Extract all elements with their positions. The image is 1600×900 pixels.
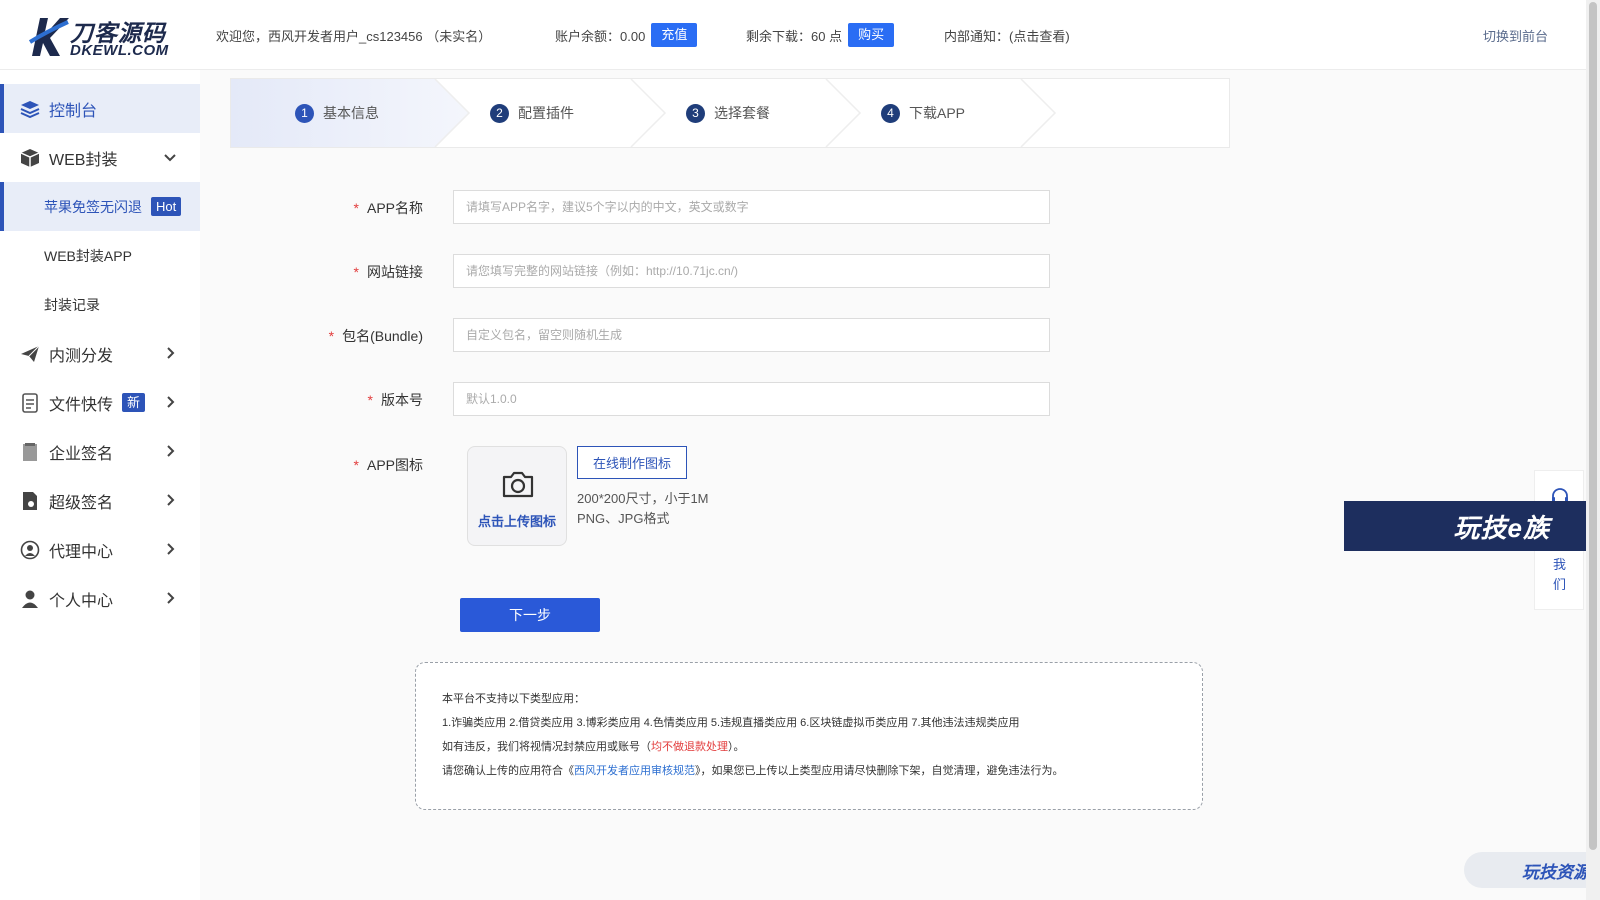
scrollbar-thumb[interactable] bbox=[1589, 2, 1597, 850]
switch-frontend-link[interactable]: 切换到前台 bbox=[1483, 0, 1548, 70]
no-refund-text: 均不做退款处理 bbox=[651, 741, 728, 753]
sidebar-item-dashboard[interactable]: 控制台 bbox=[0, 84, 200, 133]
step-number: 3 bbox=[686, 103, 705, 123]
step-number: 4 bbox=[881, 103, 900, 123]
icon-format-hint: PNG、JPG格式 bbox=[577, 511, 670, 526]
required-mark: * bbox=[353, 457, 359, 473]
chevron-right-icon bbox=[167, 396, 175, 408]
bundle-label: * 包名(Bundle) bbox=[328, 328, 423, 344]
version-label: * 版本号 bbox=[367, 392, 423, 408]
step-label: 基本信息 bbox=[323, 105, 379, 121]
next-step-button[interactable]: 下一步 bbox=[460, 598, 600, 632]
chevron-down-icon bbox=[164, 154, 176, 162]
notice-line-1: 本平台不支持以下类型应用： bbox=[442, 693, 585, 705]
agent-icon bbox=[20, 540, 40, 560]
logo-text-en: DKEWL.COM bbox=[70, 41, 169, 59]
sidebar-item-label: WEB封装APP bbox=[44, 247, 132, 264]
sidebar-item-label: 苹果免签无闪退 bbox=[44, 198, 142, 215]
step-label: 选择套餐 bbox=[714, 105, 770, 121]
make-icon-online-button[interactable]: 在线制作图标 bbox=[577, 446, 687, 479]
step-label: 下载APP bbox=[909, 105, 966, 121]
chevron-right-icon bbox=[167, 592, 175, 604]
top-header: 刀客源码 DKEWL.COM 欢迎您，西风开发者用户_cs123456 （未实名… bbox=[0, 0, 1586, 70]
policy-notice-box: 本平台不支持以下类型应用： 1.诈骗类应用 2.借贷类应用 3.博彩类应用 4.… bbox=[415, 662, 1203, 810]
step-3[interactable]: 3 选择套餐 bbox=[686, 79, 770, 147]
icon-upload-box[interactable]: 点击上传图标 bbox=[467, 446, 567, 546]
buy-button[interactable]: 购买 bbox=[848, 23, 895, 47]
version-input[interactable] bbox=[453, 382, 1050, 416]
required-mark: * bbox=[353, 200, 359, 216]
icon-size-hint: 200*200尺寸，小于1M bbox=[577, 491, 709, 506]
downloads-group: 剩余下载：60 点 购买 bbox=[746, 0, 895, 70]
box-icon bbox=[20, 148, 40, 168]
layers-icon bbox=[20, 99, 40, 119]
sidebar-subitem-apple-sign[interactable]: 苹果免签无闪退 Hot bbox=[0, 182, 200, 231]
notice-line-2: 1.诈骗类应用 2.借贷类应用 3.博彩类应用 4.色情类应用 5.违规直播类应… bbox=[442, 717, 1020, 729]
new-badge: 新 bbox=[122, 393, 146, 412]
site-url-label: * 网站链接 bbox=[353, 264, 423, 280]
sidebar-item-label: WEB封装 bbox=[49, 151, 118, 169]
watermark-bottom: 玩技资源 bbox=[1464, 852, 1600, 888]
paper-plane-icon bbox=[20, 344, 40, 364]
chevron-right-icon bbox=[167, 347, 175, 359]
sidebar-item-label: 封装记录 bbox=[44, 296, 100, 313]
contact-us-text: 我们 bbox=[1553, 557, 1567, 592]
sidebar: 控制台 WEB封装 苹果免签无闪退 Hot WEB封装APP 封装记录 内测分发… bbox=[0, 70, 200, 900]
app-icon-label: * APP图标 bbox=[353, 457, 423, 473]
balance-group: 账户余额：0.00 充值 bbox=[555, 0, 698, 70]
sidebar-item-label: 企业签名 bbox=[49, 445, 114, 463]
step-number: 2 bbox=[490, 103, 509, 123]
upload-text: 点击上传图标 bbox=[477, 514, 556, 529]
page-scrollbar[interactable] bbox=[1586, 0, 1600, 900]
sidebar-item-label: 内测分发 bbox=[49, 347, 114, 365]
welcome-text: 欢迎您，西风开发者用户_cs123456 （未实名） bbox=[216, 28, 492, 44]
required-mark: * bbox=[367, 392, 373, 408]
downloads-label: 剩余下载：60 点 bbox=[746, 28, 843, 44]
step-1[interactable]: 1 基本信息 bbox=[295, 79, 379, 147]
notice-line-4: 请您确认上传的应用符合《西风开发者应用审核规范》，如果您已上传以上类型应用请尽快… bbox=[442, 765, 1064, 777]
sidebar-item-label: 代理中心 bbox=[49, 543, 114, 561]
balance-label: 账户余额：0.00 bbox=[555, 28, 646, 44]
recharge-button[interactable]: 充值 bbox=[651, 23, 698, 47]
step-label: 配置插件 bbox=[518, 105, 574, 121]
chevron-right-icon bbox=[167, 445, 175, 457]
sidebar-subitem-web-app[interactable]: WEB封装APP bbox=[0, 231, 200, 280]
chevron-right-icon bbox=[167, 494, 175, 506]
sidebar-item-super-sign[interactable]: 超级签名 bbox=[0, 476, 200, 525]
sidebar-item-agent-center[interactable]: 代理中心 bbox=[0, 525, 200, 574]
user-icon bbox=[20, 589, 40, 609]
app-name-label: * APP名称 bbox=[353, 200, 423, 216]
watermark-banner: 玩技e族 bbox=[1344, 501, 1600, 551]
required-mark: * bbox=[353, 264, 359, 280]
seal-icon bbox=[20, 491, 40, 511]
sidebar-item-enterprise-sign[interactable]: 企业签名 bbox=[0, 427, 200, 476]
camera-icon bbox=[502, 471, 534, 498]
sidebar-item-beta-distribution[interactable]: 内测分发 bbox=[0, 329, 200, 378]
step-2[interactable]: 2 配置插件 bbox=[490, 79, 574, 147]
hot-badge: Hot bbox=[151, 197, 182, 216]
file-icon bbox=[20, 392, 40, 413]
review-policy-link[interactable]: 西风开发者应用审核规范 bbox=[574, 765, 695, 777]
bundle-input[interactable] bbox=[453, 318, 1050, 352]
internal-notice-link[interactable]: 内部通知：(点击查看) bbox=[944, 0, 1070, 70]
sidebar-item-web-wrap[interactable]: WEB封装 bbox=[0, 133, 200, 182]
site-url-input[interactable] bbox=[453, 254, 1050, 288]
app-name-input[interactable] bbox=[453, 190, 1050, 224]
sidebar-item-label: 文件快传 bbox=[49, 396, 114, 414]
sidebar-item-personal-center[interactable]: 个人中心 bbox=[0, 574, 200, 623]
site-logo[interactable]: 刀客源码 DKEWL.COM bbox=[0, 0, 200, 70]
document-icon bbox=[20, 442, 40, 462]
sidebar-item-label: 控制台 bbox=[49, 102, 98, 120]
logo-k-icon bbox=[28, 17, 69, 56]
sidebar-item-label: 超级签名 bbox=[49, 494, 114, 512]
chevron-right-icon bbox=[167, 543, 175, 555]
step-4[interactable]: 4 下载APP bbox=[881, 79, 965, 147]
sidebar-subitem-wrap-records[interactable]: 封装记录 bbox=[0, 280, 200, 329]
notice-line-3: 如有违反，我们将视情况封禁应用或账号（均不做退款处理）。 bbox=[442, 741, 745, 753]
step-number: 1 bbox=[295, 103, 314, 123]
sidebar-item-label: 个人中心 bbox=[49, 592, 114, 610]
step-wizard: 1 基本信息 2 配置插件 3 选择套餐 4 下载APP bbox=[230, 78, 1230, 148]
required-mark: * bbox=[328, 328, 335, 344]
sidebar-item-file-transfer[interactable]: 文件快传 新 bbox=[0, 378, 200, 427]
